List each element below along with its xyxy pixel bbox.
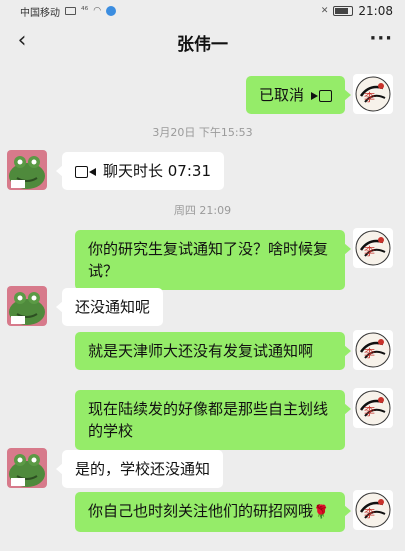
avatar[interactable] bbox=[7, 286, 47, 326]
avatar[interactable] bbox=[353, 228, 393, 268]
avatar[interactable] bbox=[7, 448, 47, 488]
message-text: 现在陆续发的好像都是那些自主划线的学校 bbox=[88, 400, 329, 440]
avatar[interactable] bbox=[353, 490, 393, 530]
message-bubble[interactable]: 还没通知呢 bbox=[55, 288, 164, 326]
chat-title: 张伟一 bbox=[177, 34, 228, 55]
message-bubble[interactable]: 就是天津师大还没有发复试通知啊 bbox=[75, 332, 351, 370]
message-bubble[interactable]: 现在陆续发的好像都是那些自主划线的学校 bbox=[75, 390, 351, 450]
avatar[interactable] bbox=[353, 74, 393, 114]
message-bubble[interactable]: 是的，学校还没通知 bbox=[55, 450, 224, 488]
message-bubble[interactable]: 已取消 bbox=[245, 76, 352, 114]
message-icon bbox=[65, 7, 76, 15]
status-bar: 中国移动 ⁴⁶ ◠ ✕ 21:08 bbox=[0, 0, 405, 22]
mute-icon: ✕ bbox=[320, 6, 329, 16]
message-text: 是的，学校还没通知 bbox=[75, 460, 211, 478]
message-text: 就是天津师大还没有发复试通知啊 bbox=[88, 342, 314, 360]
signal-icon: ⁴⁶ bbox=[81, 6, 89, 16]
back-icon[interactable]: ‹ bbox=[8, 26, 36, 56]
status-right: ✕ 21:08 bbox=[321, 4, 393, 18]
timestamp-label: 周四 21:09 bbox=[173, 204, 232, 217]
message-bubble[interactable]: 聊天时长 07:31 bbox=[56, 152, 224, 190]
status-time: 21:08 bbox=[358, 4, 393, 18]
chat-message-list[interactable]: 已取消 3月20日 下午15:53 聊天时长 07:31 周四 21:09 你的… bbox=[0, 62, 405, 551]
message-text: 聊天时长 07:31 bbox=[103, 162, 211, 180]
message-bubble[interactable]: 你的研究生复试通知了没？啥时候复试？ bbox=[75, 230, 351, 290]
rose-emoji: 🌹 bbox=[313, 505, 330, 520]
chat-header: ‹ 张伟一 ··· bbox=[0, 22, 405, 62]
wifi-icon: ◠ bbox=[93, 6, 102, 16]
timestamp-label: 3月20日 下午15:53 bbox=[152, 126, 253, 139]
message-text: 已取消 bbox=[258, 86, 304, 104]
message-text: 你的研究生复试通知了没？啥时候复试？ bbox=[88, 240, 329, 280]
notification-icon bbox=[106, 6, 117, 16]
battery-icon bbox=[333, 6, 354, 16]
more-options-icon[interactable]: ··· bbox=[369, 28, 393, 49]
carrier-label: 中国移动 bbox=[20, 7, 60, 19]
video-call-icon bbox=[310, 89, 332, 102]
message-text: 还没通知呢 bbox=[75, 298, 151, 316]
avatar[interactable] bbox=[353, 388, 393, 428]
status-left: 中国移动 ⁴⁶ ◠ bbox=[20, 4, 117, 19]
video-call-icon bbox=[75, 165, 97, 178]
avatar[interactable] bbox=[353, 330, 393, 370]
message-bubble[interactable]: 你自己也时刻关注他们的研招网哦🌹 bbox=[75, 492, 351, 532]
avatar[interactable] bbox=[7, 150, 47, 190]
message-text: 你自己也时刻关注他们的研招网哦 bbox=[88, 502, 314, 520]
